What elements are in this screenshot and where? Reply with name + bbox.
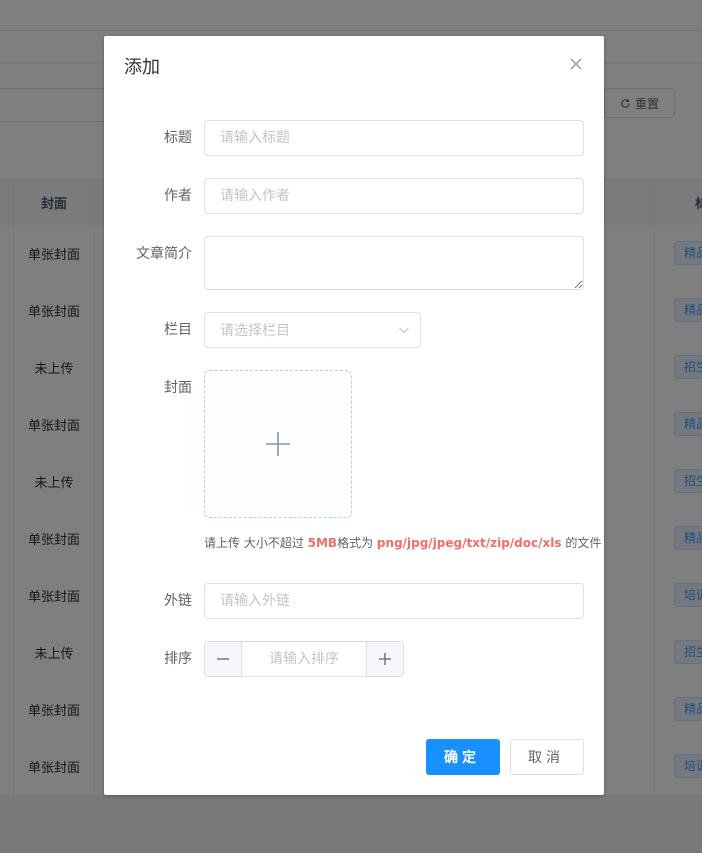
cancel-button[interactable]: 取消	[510, 739, 584, 775]
column-select-placeholder: 请选择栏目	[220, 323, 290, 339]
dialog-title: 添加	[124, 57, 160, 78]
upload-tip: 请上传 大小不超过 5MB格式为 png/jpg/jpeg/txt/zip/do…	[204, 535, 601, 551]
link-label: 外链	[164, 593, 192, 609]
chevron-down-icon	[399, 327, 409, 334]
author-input[interactable]	[204, 178, 584, 214]
upload-tip-prefix: 请上传 大小不超过	[204, 536, 308, 550]
upload-tip-size: 5MB	[307, 536, 338, 550]
confirm-button[interactable]: 确定	[426, 739, 500, 775]
author-label: 作者	[164, 188, 192, 204]
cover-upload[interactable]	[204, 370, 352, 518]
plus-icon	[266, 432, 290, 456]
column-select[interactable]: 请选择栏目	[204, 312, 421, 348]
column-label: 栏目	[164, 322, 192, 338]
close-icon[interactable]	[568, 56, 584, 72]
order-input[interactable]	[242, 642, 366, 676]
upload-tip-middle: 格式为	[337, 536, 377, 550]
summary-label: 文章简介	[136, 246, 192, 262]
cover-label: 封面	[164, 380, 192, 396]
title-input[interactable]	[204, 120, 584, 156]
summary-textarea[interactable]	[204, 236, 584, 290]
link-input[interactable]	[204, 583, 584, 619]
minus-icon	[217, 658, 229, 660]
increase-button[interactable]	[366, 642, 403, 676]
upload-tip-formats: png/jpg/jpeg/txt/zip/doc/xls	[376, 536, 562, 550]
upload-tip-suffix: 的文件	[561, 536, 602, 550]
order-stepper	[204, 641, 404, 677]
add-dialog: 添加 标题 作者 文章简介 栏目 请选择栏目 封面 请上传 大小不超过 5MB格…	[104, 36, 604, 795]
decrease-button[interactable]	[205, 642, 242, 676]
title-label: 标题	[164, 130, 192, 146]
order-label: 排序	[164, 651, 192, 667]
plus-icon	[379, 653, 391, 665]
